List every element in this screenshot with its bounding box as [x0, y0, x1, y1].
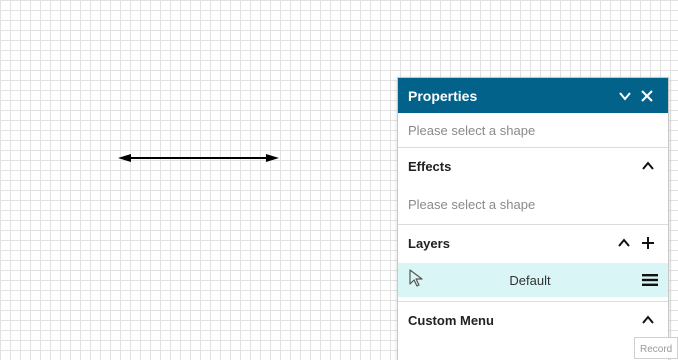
chevron-up-icon[interactable] — [638, 310, 658, 330]
chevron-up-icon[interactable] — [614, 233, 634, 253]
close-icon[interactable] — [636, 85, 658, 107]
custom-menu-title: Custom Menu — [408, 312, 494, 328]
add-layer-icon[interactable] — [638, 233, 658, 253]
shape-section-placeholder: Please select a shape — [408, 122, 536, 138]
panel-header: Properties — [398, 78, 668, 113]
effects-title: Effects — [408, 158, 452, 174]
double-arrow-connector[interactable] — [116, 150, 282, 166]
layers-section-header[interactable]: Layers — [398, 224, 668, 261]
menu-icon[interactable] — [640, 270, 660, 290]
cursor-pointer-icon — [408, 268, 424, 292]
layers-title: Layers — [408, 235, 450, 251]
properties-panel: Properties Please select a shape Effects… — [397, 77, 669, 360]
layer-item-default[interactable]: Default — [398, 263, 668, 297]
record-watermark: Record — [634, 337, 678, 359]
panel-title: Properties — [408, 87, 478, 104]
chevron-down-icon[interactable] — [614, 85, 636, 107]
effects-section-header[interactable]: Effects — [398, 147, 668, 184]
custom-menu-section-header[interactable]: Custom Menu — [398, 301, 668, 338]
effects-placeholder: Please select a shape — [408, 196, 536, 212]
chevron-up-icon[interactable] — [638, 156, 658, 176]
layer-name: Default — [509, 272, 551, 288]
